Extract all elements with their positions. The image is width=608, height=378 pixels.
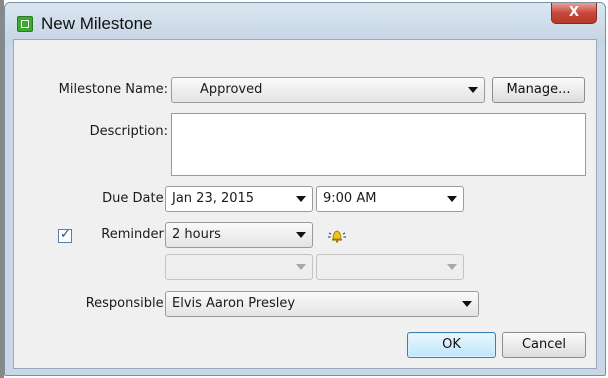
- due-time-combo[interactable]: 9:00 AM: [316, 186, 464, 212]
- close-button[interactable]: X: [551, 3, 597, 24]
- window-title: New Milestone: [41, 14, 153, 33]
- ok-button[interactable]: OK: [407, 332, 496, 358]
- due-date-label: Due Date:: [102, 191, 168, 206]
- manage-button[interactable]: Manage...: [492, 77, 585, 103]
- app-icon: [17, 16, 33, 32]
- chevron-down-icon: [447, 264, 457, 270]
- milestone-name-combo[interactable]: Approved: [171, 77, 485, 103]
- reminder-extra-combo-left[interactable]: [165, 254, 313, 280]
- chevron-down-icon: [462, 301, 472, 307]
- description-field[interactable]: [171, 113, 586, 176]
- responsible-value: Elvis Aaron Presley: [172, 296, 296, 311]
- due-date-value: Jan 23, 2015: [172, 191, 255, 206]
- milestone-name-label: Milestone Name:: [58, 82, 168, 97]
- due-date-combo[interactable]: Jan 23, 2015: [165, 186, 313, 212]
- alarm-bell-icon[interactable]: [326, 226, 348, 244]
- chevron-down-icon: [447, 196, 457, 202]
- reminder-label: Reminder:: [101, 227, 168, 242]
- due-time-value: 9:00 AM: [323, 191, 377, 206]
- responsible-label: Responsible:: [85, 296, 168, 311]
- dialog-content: Milestone Name: Approved Manage... Descr…: [13, 39, 597, 369]
- chevron-down-icon: [296, 264, 306, 270]
- description-label: Description:: [89, 124, 168, 139]
- reminder-checkbox[interactable]: ✓: [58, 227, 72, 243]
- reminder-extra-combo-right[interactable]: [316, 254, 464, 280]
- chevron-down-icon: [296, 196, 306, 202]
- reminder-combo[interactable]: 2 hours: [165, 222, 313, 248]
- checkmark-icon: ✓: [60, 227, 71, 242]
- chevron-down-icon: [468, 87, 478, 93]
- dialog-window: New Milestone X Milestone Name: Approved…: [4, 2, 606, 376]
- cancel-button[interactable]: Cancel: [502, 332, 586, 358]
- milestone-name-value: Approved: [200, 82, 263, 97]
- responsible-combo[interactable]: Elvis Aaron Presley: [165, 291, 479, 317]
- reminder-value: 2 hours: [172, 227, 221, 242]
- chevron-down-icon: [296, 232, 306, 238]
